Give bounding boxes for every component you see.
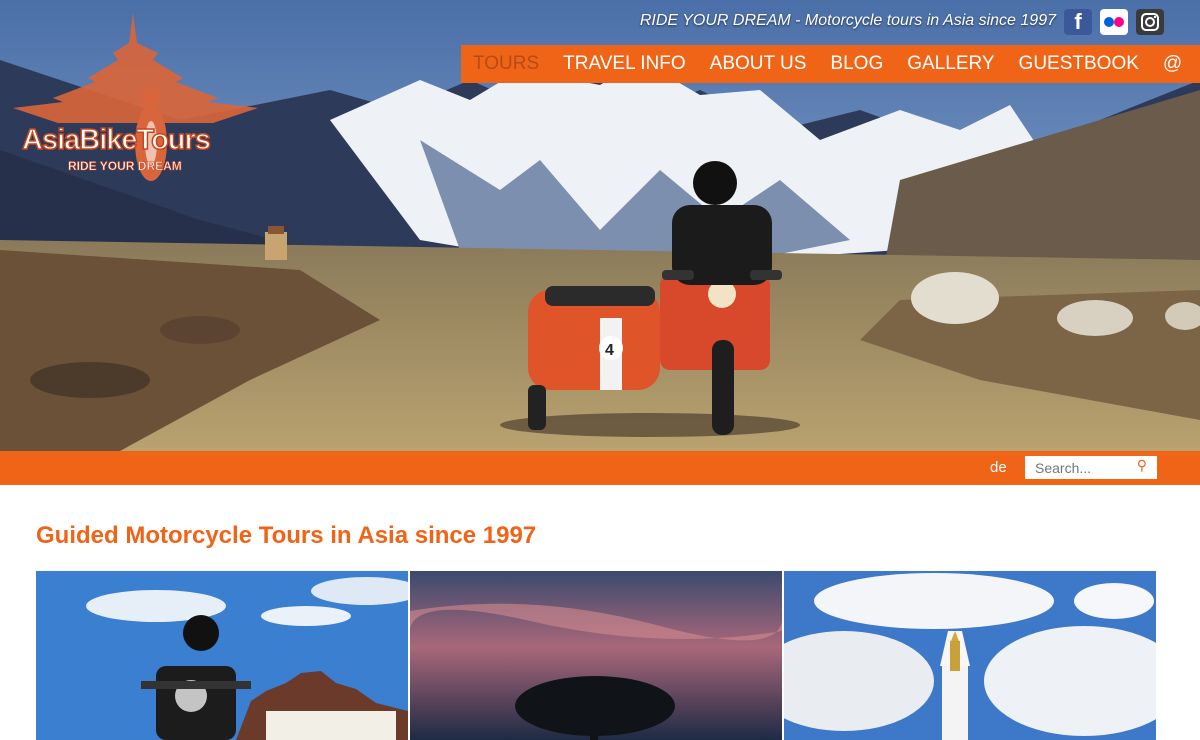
tour-tiles bbox=[36, 571, 1157, 740]
search-box: ⚲ bbox=[1025, 456, 1157, 479]
nav-gallery[interactable]: GALLERY bbox=[895, 53, 1006, 75]
language-switch[interactable]: de bbox=[990, 459, 1007, 476]
site-tagline: RIDE YOUR DREAM - Motorcycle tours in As… bbox=[639, 12, 1056, 29]
hero-banner: 4 AsiaBikeTours RIDE YOUR DREAM RIDE YOU… bbox=[0, 0, 1200, 451]
flickr-dots bbox=[1104, 17, 1124, 27]
nav-about-us[interactable]: ABOUT US bbox=[698, 53, 819, 75]
search-icon[interactable]: ⚲ bbox=[1137, 457, 1147, 474]
main-nav: TOURS TRAVEL INFO ABOUT US BLOG GALLERY … bbox=[461, 45, 1200, 83]
search-input[interactable] bbox=[1025, 456, 1127, 479]
nav-blog[interactable]: BLOG bbox=[818, 53, 895, 75]
logo-slogan: RIDE YOUR DREAM bbox=[68, 159, 182, 174]
tile-image-sunset bbox=[410, 571, 782, 740]
tour-tile-stupa[interactable] bbox=[784, 571, 1156, 740]
instagram-icon[interactable] bbox=[1136, 9, 1164, 35]
nav-contact[interactable]: @ bbox=[1151, 53, 1194, 75]
utility-bar: de ⚲ bbox=[0, 451, 1200, 485]
instagram-glyph bbox=[1141, 13, 1159, 31]
nav-tours[interactable]: TOURS bbox=[461, 53, 551, 75]
nav-guestbook[interactable]: GUESTBOOK bbox=[1007, 53, 1151, 75]
tile-image-rider bbox=[36, 571, 408, 740]
tile-image-stupa bbox=[784, 571, 1156, 740]
facebook-icon[interactable]: f bbox=[1064, 9, 1092, 35]
tour-tile-sunset[interactable] bbox=[410, 571, 782, 740]
page-title: Guided Motorcycle Tours in Asia since 19… bbox=[36, 522, 537, 549]
facebook-glyph: f bbox=[1074, 9, 1082, 34]
svg-text:4: 4 bbox=[605, 342, 614, 359]
nav-travel-info[interactable]: TRAVEL INFO bbox=[551, 53, 697, 75]
flickr-icon[interactable] bbox=[1100, 9, 1128, 35]
tour-tile-bhutan[interactable] bbox=[36, 571, 408, 740]
site-logo[interactable]: AsiaBikeTours RIDE YOUR DREAM bbox=[8, 8, 262, 188]
logo-wordmark: AsiaBikeTours bbox=[21, 123, 211, 157]
social-links: f bbox=[1064, 9, 1164, 35]
